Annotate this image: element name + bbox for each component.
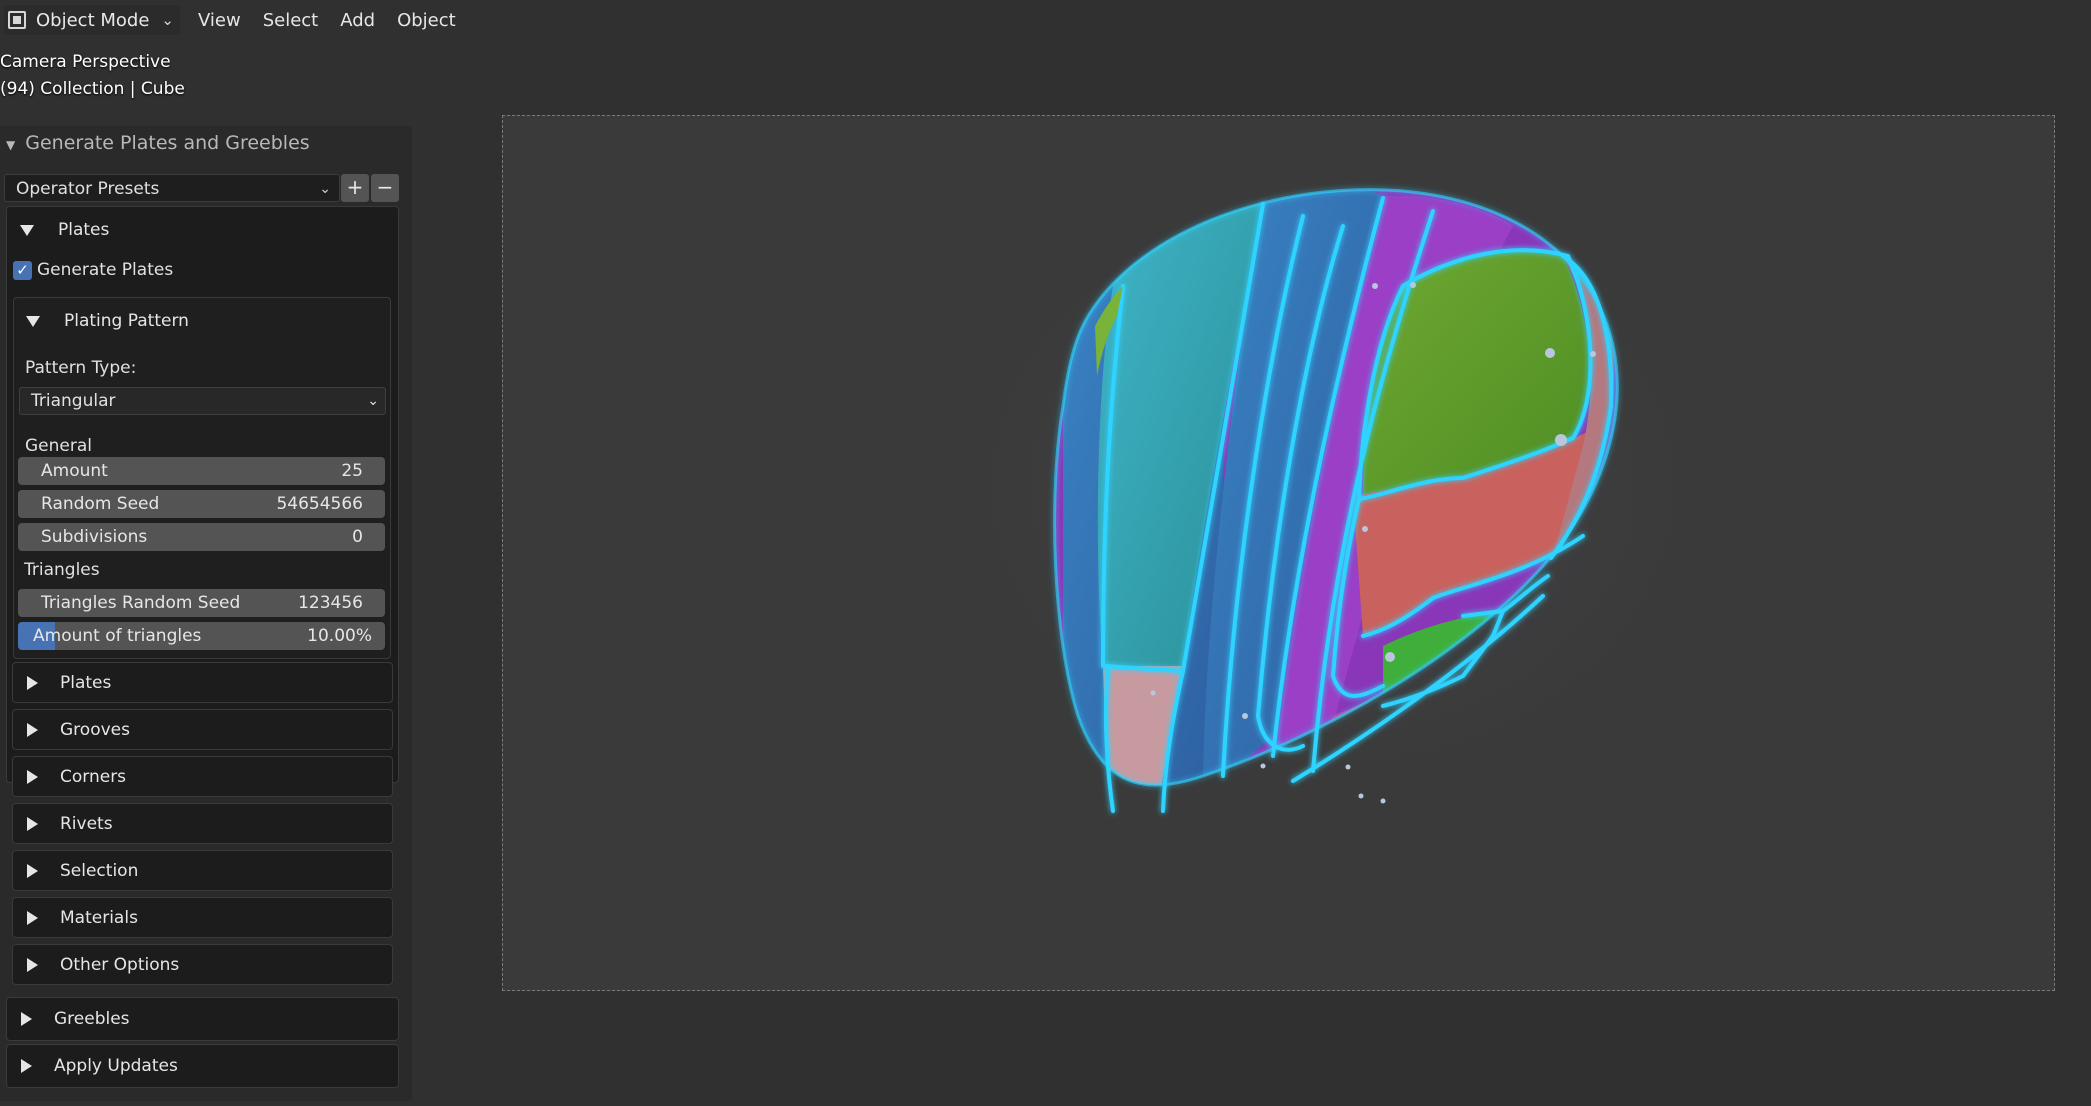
subsection-label: Other Options (60, 955, 180, 975)
subsection-rivets[interactable]: Rivets (12, 803, 393, 844)
triangles-random-seed-label: Triangles Random Seed (41, 593, 241, 613)
subdivisions-field[interactable]: Subdivisions 0 (18, 523, 385, 551)
subsection-plates[interactable]: Plates (12, 662, 393, 703)
amount-label: Amount (41, 461, 108, 481)
subsection-materials[interactable]: Materials (12, 897, 393, 938)
pattern-type-dropdown[interactable]: Triangular ⌄ (19, 387, 386, 415)
chevron-down-icon: ⌄ (161, 11, 174, 29)
plates-panel-header[interactable]: Plates (20, 207, 109, 253)
menu-select[interactable]: Select (263, 10, 319, 31)
collapsed-triangle-icon (27, 864, 38, 878)
menu-view[interactable]: View (198, 10, 241, 31)
greebles-panel[interactable]: Greebles (6, 997, 399, 1041)
helmet-render (913, 146, 1753, 826)
generate-plates-checkbox[interactable]: ✓ (13, 261, 32, 280)
redo-last-operator-panel: ▼ Generate Plates and Greebles Operator P… (0, 126, 412, 1101)
chevron-down-icon: ⌄ (319, 181, 331, 197)
amount-field[interactable]: Amount 25 (18, 457, 385, 485)
triangles-label: Triangles (24, 560, 100, 580)
random-seed-label: Random Seed (41, 494, 160, 514)
expanded-triangle-icon (26, 315, 40, 327)
collapsed-triangle-icon (27, 723, 38, 737)
amount-of-triangles-label: Amount of triangles (33, 626, 202, 646)
collapsed-triangle-icon (21, 1059, 32, 1073)
random-seed-field[interactable]: Random Seed 54654566 (18, 490, 385, 518)
camera-perspective-label: Camera Perspective (0, 52, 171, 72)
subsection-other-options[interactable]: Other Options (12, 944, 393, 985)
camera-frame[interactable] (502, 115, 2055, 991)
plating-pattern-label: Plating Pattern (64, 311, 189, 331)
subdivisions-label: Subdivisions (41, 527, 148, 547)
subsection-label: Grooves (60, 720, 130, 740)
plates-panel-label: Plates (58, 220, 110, 240)
random-seed-value: 54654566 (276, 494, 363, 514)
generate-plates-label: Generate Plates (37, 260, 174, 280)
expanded-triangle-icon (20, 224, 34, 236)
triangles-random-seed-value: 123456 (298, 593, 363, 613)
amount-of-triangles-slider[interactable]: Amount of triangles 10.00% (18, 622, 385, 650)
operator-panel-header[interactable]: ▼ Generate Plates and Greebles (6, 132, 310, 154)
general-label: General (25, 436, 92, 456)
subsection-label: Rivets (60, 814, 113, 834)
triangles-random-seed-field[interactable]: Triangles Random Seed 123456 (18, 589, 385, 617)
subsection-selection[interactable]: Selection (12, 850, 393, 891)
collapsed-triangle-icon (27, 817, 38, 831)
object-mode-icon (8, 11, 26, 29)
collection-info-label: (94) Collection | Cube (0, 79, 185, 99)
subsection-label: Selection (60, 861, 139, 881)
viewport-header: Object Mode ⌄ View Select Add Object (0, 0, 2091, 40)
subsection-label: Plates (60, 673, 112, 693)
operator-presets-label: Operator Presets (16, 179, 160, 199)
menu-object[interactable]: Object (397, 10, 456, 31)
collapsed-triangle-icon (21, 1012, 32, 1026)
apply-updates-label: Apply Updates (54, 1056, 178, 1076)
subdivisions-value: 0 (352, 527, 363, 547)
collapsed-triangle-icon (27, 911, 38, 925)
collapsed-triangle-icon (27, 676, 38, 690)
greebles-label: Greebles (54, 1009, 130, 1029)
operator-presets-dropdown[interactable]: Operator Presets ⌄ (4, 174, 340, 202)
chevron-down-icon: ⌄ (367, 393, 379, 409)
subsection-corners[interactable]: Corners (12, 756, 393, 797)
amount-of-triangles-value: 10.00% (307, 626, 372, 646)
apply-updates-panel[interactable]: Apply Updates (6, 1044, 399, 1088)
operator-title: Generate Plates and Greebles (25, 132, 310, 154)
collapse-triangle-icon: ▼ (6, 138, 16, 152)
amount-value: 25 (341, 461, 363, 481)
plating-pattern-header[interactable]: Plating Pattern (26, 298, 189, 344)
object-mode-label: Object Mode (36, 9, 150, 31)
subsection-grooves[interactable]: Grooves (12, 709, 393, 750)
collapsed-triangle-icon (27, 958, 38, 972)
subsection-label: Materials (60, 908, 138, 928)
subsection-label: Corners (60, 767, 127, 787)
pattern-type-label: Pattern Type: (25, 358, 137, 378)
collapsed-triangle-icon (27, 770, 38, 784)
remove-preset-button[interactable]: − (371, 174, 399, 202)
pattern-type-value: Triangular (31, 391, 116, 411)
add-preset-button[interactable]: + (341, 174, 369, 202)
menu-add[interactable]: Add (340, 10, 375, 31)
object-mode-dropdown[interactable]: Object Mode ⌄ (4, 5, 180, 35)
